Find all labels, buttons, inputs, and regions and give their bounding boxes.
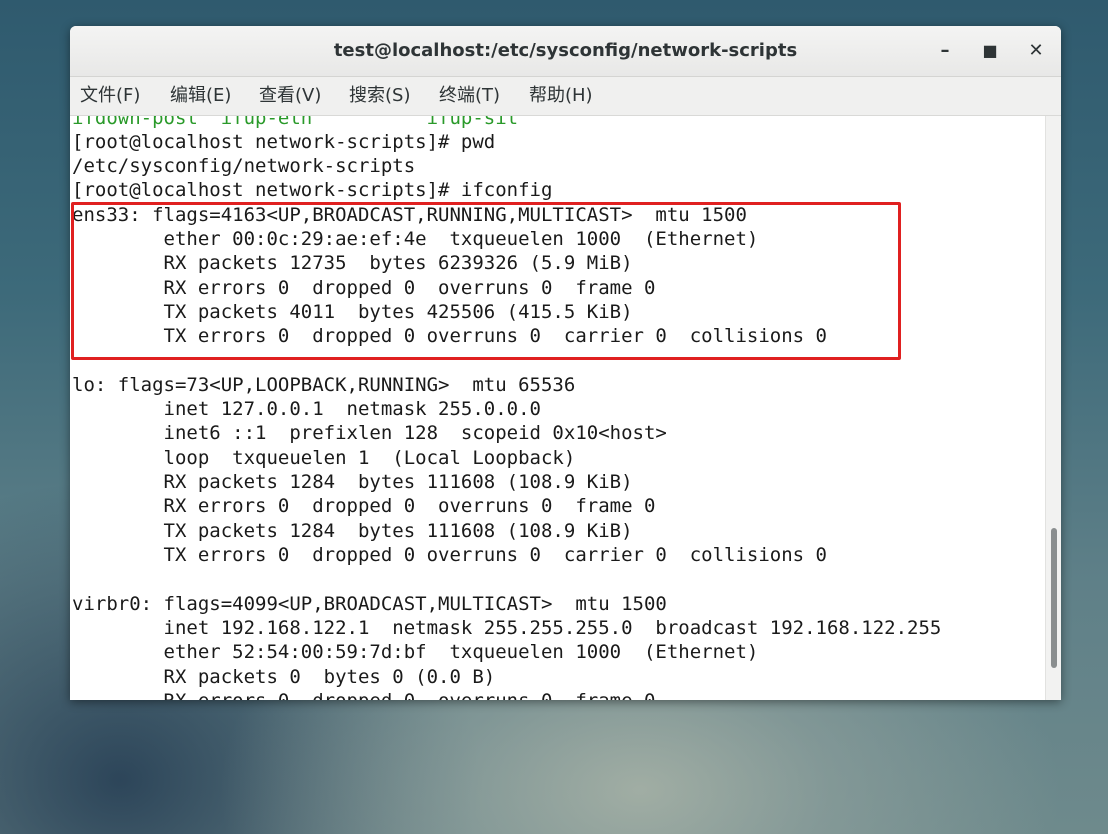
terminal-line: TX packets 1284 bytes 111608 (108.9 KiB) [72,520,633,542]
terminal-line: TX packets 4011 bytes 425506 (415.5 KiB) [72,301,633,323]
menu-view[interactable]: 查看(V) [259,77,321,115]
menu-bar: 文件(F) 编辑(E) 查看(V) 搜索(S) 终端(T) 帮助(H) [70,77,1061,116]
terminal-line: RX errors 0 dropped 0 overruns 0 frame 0 [72,689,656,700]
terminal-line: RX packets 12735 bytes 6239326 (5.9 MiB) [72,252,633,274]
terminal-line: inet 192.168.122.1 netmask 255.255.255.0… [72,617,942,639]
minimize-button[interactable]: – [930,36,960,66]
terminal-line: /etc/sysconfig/network-scripts [72,155,416,177]
menu-edit[interactable]: 编辑(E) [170,77,231,115]
scrollbar[interactable] [1045,116,1061,700]
menu-terminal[interactable]: 终端(T) [439,77,500,115]
terminal-line: RX packets 1284 bytes 111608 (108.9 KiB) [72,471,633,493]
terminal-line: [root@localhost network-scripts]# pwd [72,131,496,153]
terminal-line: RX errors 0 dropped 0 overruns 0 frame 0 [72,277,656,299]
menu-help[interactable]: 帮助(H) [529,77,593,115]
terminal-line: inet6 ::1 prefixlen 128 scopeid 0x10<hos… [72,422,667,444]
maximize-button[interactable]: ■ [975,36,1005,66]
terminal-line: ether 00:0c:29:ae:ef:4e txqueuelen 1000 … [72,228,759,250]
close-button[interactable]: ✕ [1021,36,1051,66]
terminal-line: ens33: flags=4163<UP,BROADCAST,RUNNING,M… [72,204,747,226]
terminal-window: test@localhost:/etc/sysconfig/network-sc… [70,26,1061,700]
terminal-line: virbr0: flags=4099<UP,BROADCAST,MULTICAS… [72,593,667,615]
terminal-line: loop txqueuelen 1 (Local Loopback) [72,447,576,469]
terminal-line: ifdown-post ifup-eth ifup-sit [72,116,519,129]
terminal-line: [root@localhost network-scripts]# ifconf… [72,179,553,201]
window-title: test@localhost:/etc/sysconfig/network-sc… [333,40,798,61]
terminal-line: TX errors 0 dropped 0 overruns 0 carrier… [72,325,827,347]
terminal-line: RX packets 0 bytes 0 (0.0 B) [72,666,496,688]
terminal-output[interactable]: ifdown-post ifup-eth ifup-sit [root@loca… [70,116,1045,700]
terminal-line: inet 127.0.0.1 netmask 255.0.0.0 [72,398,542,420]
menu-file[interactable]: 文件(F) [80,77,140,115]
terminal-line: TX errors 0 dropped 0 overruns 0 carrier… [72,544,827,566]
terminal-line: ether 52:54:00:59:7d:bf txqueuelen 1000 … [72,641,759,663]
scrollbar-thumb[interactable] [1051,528,1057,668]
terminal-line: RX errors 0 dropped 0 overruns 0 frame 0 [72,495,656,517]
terminal-line: lo: flags=73<UP,LOOPBACK,RUNNING> mtu 65… [72,374,576,396]
menu-search[interactable]: 搜索(S) [349,77,410,115]
title-bar[interactable]: test@localhost:/etc/sysconfig/network-sc… [70,26,1061,77]
